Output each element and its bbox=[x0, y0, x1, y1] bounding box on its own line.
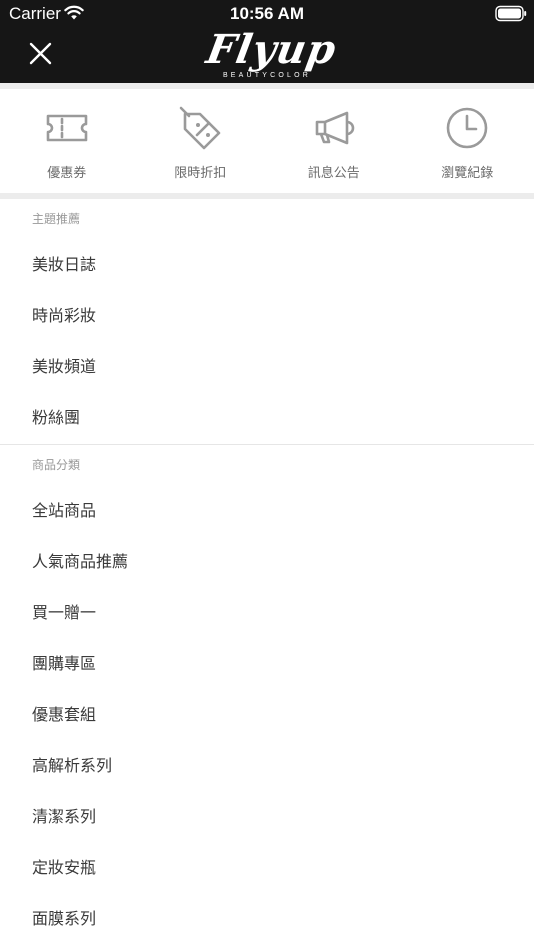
battery-icon bbox=[495, 5, 527, 22]
menu-item-setting-ampoule[interactable]: 定妝安瓶 bbox=[0, 842, 534, 893]
flash-discount-button[interactable]: 限時折扣 bbox=[134, 89, 268, 193]
ticket-icon bbox=[44, 105, 90, 151]
history-button[interactable]: 瀏覽紀錄 bbox=[401, 89, 534, 193]
brand-name: Flyup bbox=[202, 26, 341, 73]
close-icon bbox=[29, 42, 52, 65]
coupon-button[interactable]: 優惠券 bbox=[0, 89, 134, 193]
menu-item-all-products[interactable]: 全站商品 bbox=[0, 485, 534, 536]
status-time: 10:56 AM bbox=[229, 4, 304, 23]
menu-item-group-buy[interactable]: 團購專區 bbox=[0, 638, 534, 689]
menu-item-bundle-deals[interactable]: 優惠套組 bbox=[0, 689, 534, 740]
flash-discount-label: 限時折扣 bbox=[174, 166, 227, 181]
coupon-label: 優惠券 bbox=[47, 166, 87, 181]
brand-logo[interactable]: Flyup BEAUTYCOLOR bbox=[203, 26, 340, 82]
history-label: 瀏覽紀錄 bbox=[441, 166, 494, 181]
menu-item-beauty-channel[interactable]: 美妝頻道 bbox=[0, 341, 534, 392]
menu-item-buy-one-get-one[interactable]: 買一贈一 bbox=[0, 587, 534, 638]
section-title: 主題推薦 bbox=[32, 212, 81, 226]
menu-item-popular-products[interactable]: 人氣商品推薦 bbox=[0, 536, 534, 587]
close-button[interactable] bbox=[24, 37, 58, 71]
menu-list: 主題推薦 美妝日誌 時尚彩妝 美妝頻道 粉絲團 商品分類 全站商品 人氣商品推薦… bbox=[0, 199, 534, 944]
menu-item-fashion-makeup[interactable]: 時尚彩妝 bbox=[0, 290, 534, 341]
announcement-label: 訊息公告 bbox=[307, 166, 360, 181]
discount-tag-icon bbox=[177, 105, 223, 151]
megaphone-icon bbox=[311, 105, 357, 151]
announcement-button[interactable]: 訊息公告 bbox=[267, 89, 401, 193]
menu-item-cleansing-series[interactable]: 清潔系列 bbox=[0, 791, 534, 842]
quick-actions: 優惠券 限時折扣 訊息公告 瀏覽紀錄 bbox=[0, 89, 534, 193]
clock-icon bbox=[444, 105, 490, 151]
header-bar: Carrier 10:56 AM Flyup BEAUTYCOLOR bbox=[0, 0, 534, 83]
menu-item-fan-club[interactable]: 粉絲團 bbox=[0, 392, 534, 443]
menu-item-hd-series[interactable]: 高解析系列 bbox=[0, 740, 534, 791]
menu-item-mask-series[interactable]: 面膜系列 bbox=[0, 893, 534, 944]
section-title: 商品分類 bbox=[32, 458, 81, 472]
menu-item-beauty-journal[interactable]: 美妝日誌 bbox=[0, 239, 534, 290]
